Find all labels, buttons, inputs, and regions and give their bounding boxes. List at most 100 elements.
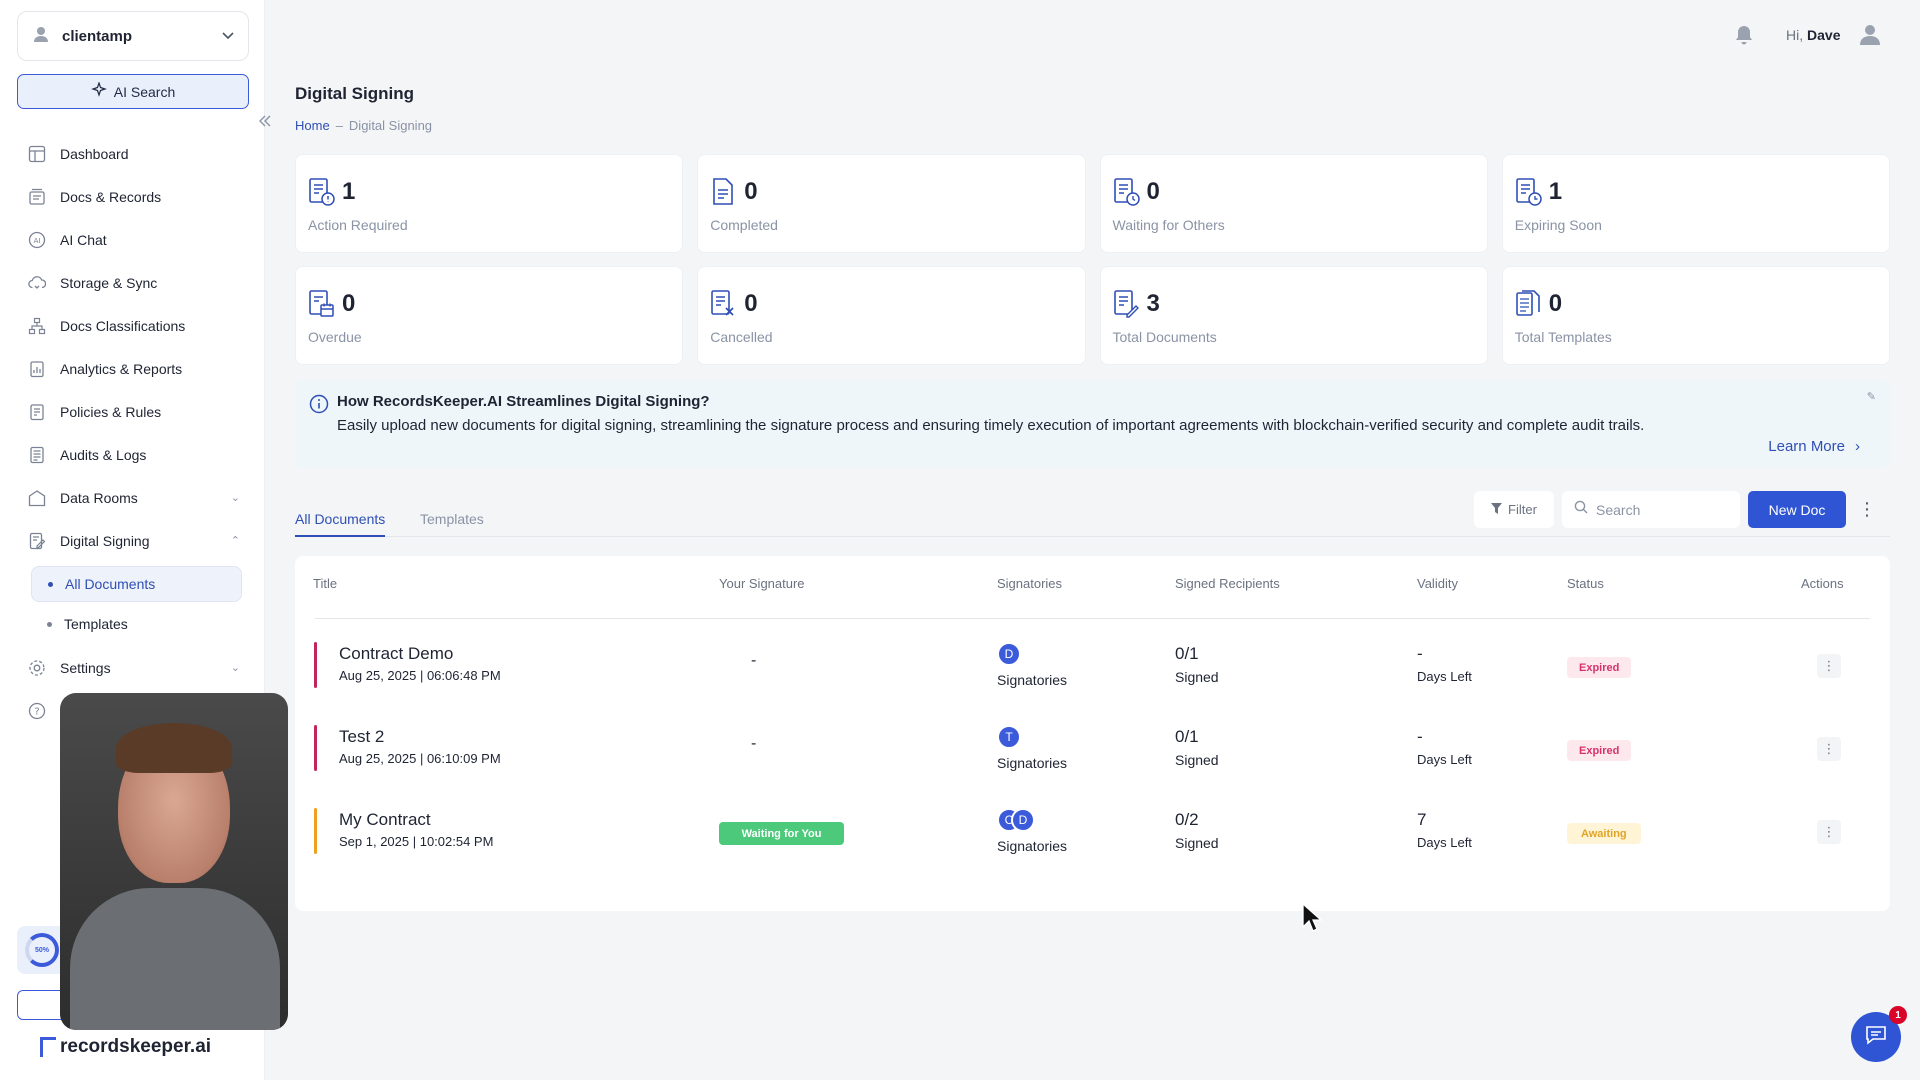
notification-bell-icon[interactable] <box>1733 24 1755 51</box>
waiting-for-you-badge[interactable]: Waiting for You <box>719 822 844 845</box>
search-box[interactable] <box>1562 491 1740 528</box>
stat-label: Expiring Soon <box>1514 217 1602 233</box>
signed-label: Signed <box>1175 835 1219 851</box>
signatory-avatars: C D <box>997 808 1035 832</box>
sidebar-item-digital-signing[interactable]: Digital Signing ⌃ <box>28 519 250 562</box>
column-header-status: Status <box>1567 576 1604 591</box>
chevron-up-icon: ⌃ <box>230 535 240 547</box>
signed-label: Signed <box>1175 752 1219 768</box>
info-icon <box>309 394 329 419</box>
doc-clock-icon <box>1113 177 1141 207</box>
stat-card-action-required[interactable]: 1 Action Required <box>295 154 684 253</box>
stat-card-overdue[interactable]: 0 Overdue <box>295 266 684 365</box>
breadcrumb: Home – Digital Signing <box>295 118 432 133</box>
learn-more-link[interactable]: Learn More › <box>1768 438 1860 455</box>
sidebar-item-docs-records[interactable]: Docs & Records <box>28 175 250 218</box>
unread-count-badge: 1 <box>1889 1006 1907 1024</box>
gear-icon <box>28 659 46 677</box>
search-icon <box>1574 500 1588 519</box>
sidebar-item-label: Docs & Records <box>60 188 162 205</box>
sidebar-item-label: AI Chat <box>60 231 107 248</box>
stat-label: Total Documents <box>1112 329 1217 345</box>
sidebar-item-docs-classifications[interactable]: Docs Classifications <box>28 304 250 347</box>
stat-card-total-templates[interactable]: 0 Total Templates <box>1501 266 1890 365</box>
templates-icon <box>1515 289 1543 319</box>
support-chat-button[interactable]: 1 <box>1851 1006 1907 1062</box>
svg-text:?: ? <box>34 706 39 717</box>
info-text: Easily upload new documents for digital … <box>337 417 1645 434</box>
signatories-label[interactable]: Signatories <box>997 838 1067 854</box>
doc-title[interactable]: Contract Demo <box>339 644 453 664</box>
table-row[interactable]: Contract Demo Aug 25, 2025 | 06:06:48 PM… <box>295 642 1890 702</box>
brand-name: recordskeeper.ai <box>60 1036 212 1057</box>
ai-search-label: AI Search <box>113 83 176 100</box>
table-row[interactable]: Test 2 Aug 25, 2025 | 06:10:09 PM - T Si… <box>295 725 1890 785</box>
more-options-icon[interactable]: ⋮ <box>1854 491 1880 528</box>
breadcrumb-home-link[interactable]: Home <box>295 118 330 133</box>
tab-all-documents[interactable]: All Documents <box>295 511 386 537</box>
sidebar-item-data-rooms[interactable]: Data Rooms ⌄ <box>28 476 250 519</box>
stat-card-waiting-for-others[interactable]: 0 Waiting for Others <box>1099 154 1488 253</box>
filter-label: Filter <box>1508 502 1537 517</box>
breadcrumb-separator: – <box>335 118 343 133</box>
user-greeting: Hi, Dave <box>1786 27 1840 43</box>
tab-templates[interactable]: Templates <box>420 511 484 537</box>
sidebar-item-dashboard[interactable]: Dashboard <box>28 132 250 175</box>
stat-value: 0 <box>342 290 356 317</box>
learn-more-label: Learn More <box>1768 438 1845 455</box>
sidebar-subitem-templates[interactable]: Templates <box>31 606 242 642</box>
user-name: Dave <box>1807 27 1841 43</box>
signatories-label[interactable]: Signatories <box>997 755 1067 771</box>
doc-timer-icon <box>1515 177 1543 207</box>
signed-count: 0/1 <box>1175 644 1199 663</box>
stat-card-completed[interactable]: 0 Completed <box>697 154 1086 253</box>
search-input[interactable] <box>1596 501 1726 518</box>
stat-label: Overdue <box>308 329 362 345</box>
stat-card-expiring-soon[interactable]: 1 Expiring Soon <box>1501 154 1890 253</box>
page-title: Digital Signing <box>295 84 414 103</box>
row-actions-icon[interactable]: ⋮ <box>1817 654 1841 678</box>
doc-title[interactable]: Test 2 <box>339 727 384 747</box>
sidebar-subitem-label: Templates <box>64 616 128 632</box>
sidebar-item-label: Audits & Logs <box>60 446 147 463</box>
edit-pen-icon[interactable]: ✎ <box>1867 390 1876 403</box>
sidebar-item-label: Digital Signing <box>60 532 150 549</box>
row-status-bar <box>314 642 317 688</box>
sidebar-item-analytics-reports[interactable]: Analytics & Reports <box>28 347 250 390</box>
bullet-icon <box>47 621 52 627</box>
new-doc-button[interactable]: New Doc <box>1748 491 1846 528</box>
signatories-label[interactable]: Signatories <box>997 672 1067 688</box>
user-avatar-icon[interactable] <box>1858 22 1882 51</box>
documents-table: Title Your Signature Signatories Signed … <box>295 556 1890 911</box>
sidebar-subitem-all-documents[interactable]: All Documents <box>31 566 242 602</box>
sidebar-item-label: Docs Classifications <box>60 317 186 334</box>
chevron-down-icon: ⌄ <box>230 662 240 674</box>
filter-button[interactable]: Filter <box>1474 491 1554 528</box>
sidebar-nav: Dashboard Docs & Records AI AI Chat Stor… <box>28 132 250 732</box>
row-actions-icon[interactable]: ⋮ <box>1817 820 1841 844</box>
chevron-right-icon: › <box>1855 438 1860 455</box>
row-status-bar <box>314 808 317 854</box>
doc-date: Sep 1, 2025 | 10:02:54 PM <box>339 834 494 849</box>
doc-title[interactable]: My Contract <box>339 810 431 830</box>
workspace-selector[interactable]: clientamp <box>17 11 249 61</box>
sidebar-item-ai-chat[interactable]: AI AI Chat <box>28 218 250 261</box>
stat-value: 0 <box>1146 178 1160 205</box>
stat-card-total-documents[interactable]: 3 Total Documents <box>1099 266 1488 365</box>
sidebar-item-storage-sync[interactable]: Storage & Sync <box>28 261 250 304</box>
avatar: D <box>1011 808 1035 832</box>
sidebar-item-audits-logs[interactable]: Audits & Logs <box>28 433 250 476</box>
ai-search-button[interactable]: AI Search <box>17 74 249 109</box>
table-toolbar: Filter New Doc ⋮ <box>1474 491 1880 528</box>
sidebar-item-settings[interactable]: Settings ⌄ <box>28 646 250 689</box>
sidebar-item-policies-rules[interactable]: Policies & Rules <box>28 390 250 433</box>
row-actions-icon[interactable]: ⋮ <box>1817 737 1841 761</box>
avatar: T <box>997 725 1021 749</box>
stat-card-cancelled[interactable]: 0 Cancelled <box>697 266 1086 365</box>
breadcrumb-current: Digital Signing <box>348 118 433 133</box>
collapse-sidebar-icon[interactable] <box>252 108 278 134</box>
column-header-signatories: Signatories <box>997 576 1063 591</box>
table-row[interactable]: My Contract Sep 1, 2025 | 10:02:54 PM Wa… <box>295 808 1890 868</box>
stat-value: 0 <box>744 290 758 317</box>
sidebar-item-label: Analytics & Reports <box>60 360 183 377</box>
